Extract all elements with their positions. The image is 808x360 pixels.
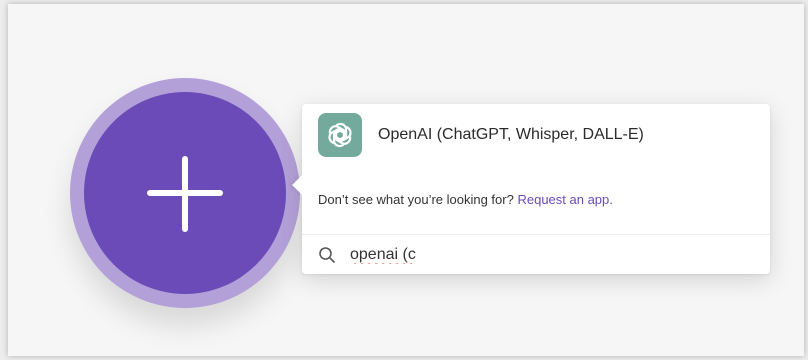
scenario-canvas: OpenAI (ChatGPT, Whisper, DALL-E) Don’t … bbox=[8, 4, 804, 356]
app-result-item[interactable]: OpenAI (ChatGPT, Whisper, DALL-E) bbox=[302, 104, 770, 166]
search-row bbox=[302, 235, 770, 274]
plus-icon-bar bbox=[147, 190, 223, 196]
request-app-hint: Don’t see what you’re looking for? Reque… bbox=[318, 192, 613, 207]
hint-text: Don’t see what you’re looking for? bbox=[318, 192, 514, 207]
scenario-editor-frame: OpenAI (ChatGPT, Whisper, DALL-E) Don’t … bbox=[8, 4, 804, 356]
search-icon bbox=[319, 246, 335, 263]
app-search-popover: OpenAI (ChatGPT, Whisper, DALL-E) Don’t … bbox=[292, 104, 770, 274]
request-app-link[interactable]: Request an app. bbox=[517, 192, 612, 207]
app-name: OpenAI (ChatGPT, Whisper, DALL-E) bbox=[378, 126, 644, 143]
openai-logo-icon bbox=[318, 113, 362, 157]
add-module-circle[interactable] bbox=[84, 92, 286, 294]
add-module-button[interactable] bbox=[70, 78, 300, 308]
app-search-input[interactable] bbox=[350, 245, 730, 264]
